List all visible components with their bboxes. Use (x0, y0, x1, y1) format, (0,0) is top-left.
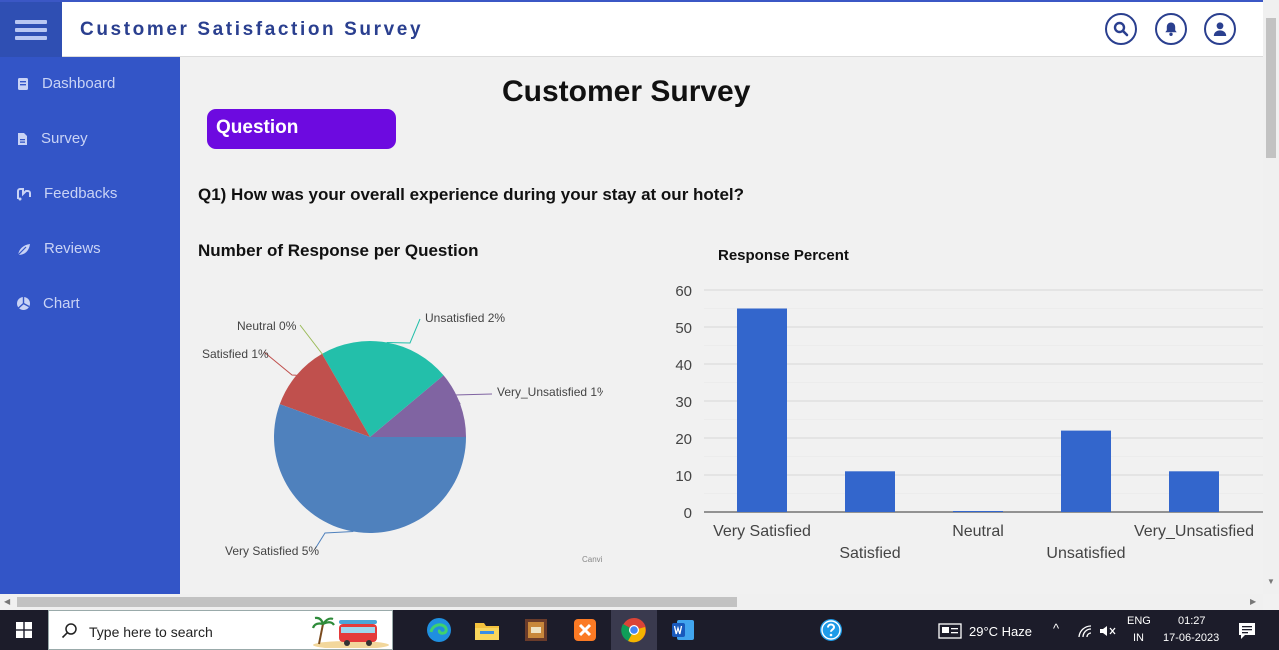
search-placeholder: Type here to search (89, 624, 213, 640)
pie-slice-label: Neutral 0% (237, 319, 297, 333)
hamburger-menu-button[interactable] (0, 2, 62, 57)
y-tick-label: 0 (684, 505, 692, 522)
feedback-icon (17, 187, 31, 200)
chrome-icon (621, 618, 646, 643)
app-tile-icon (525, 619, 547, 641)
search-icon (61, 623, 77, 639)
y-tick-label: 10 (675, 468, 692, 485)
main-content: Customer Survey Question Q1) How was you… (180, 57, 1263, 594)
scroll-right-arrow-icon[interactable]: ▶ (1250, 597, 1256, 606)
user-icon (1213, 22, 1227, 36)
top-bar: Customer Satisfaction Survey (0, 0, 1263, 57)
sidebar-item-label: Reviews (44, 240, 101, 257)
notifications-button[interactable] (1155, 13, 1187, 45)
bar (953, 511, 1003, 512)
taskbar-word[interactable] (660, 610, 706, 650)
x-tick-label: Unsatisfied (1046, 545, 1125, 562)
clock-time[interactable]: 01:27 (1178, 615, 1206, 627)
windows-icon (16, 622, 32, 638)
horizontal-scrollbar[interactable]: ◀ ▶ (0, 594, 1263, 610)
vertical-scrollbar[interactable]: ▼ (1263, 0, 1279, 594)
taskbar-app-3[interactable] (513, 610, 559, 650)
y-tick-label: 50 (675, 320, 692, 337)
bar (1061, 430, 1111, 512)
pie-label-line (454, 393, 493, 405)
beach-van-icon (311, 616, 389, 648)
x-tick-label: Satisfied (839, 545, 900, 562)
language-code[interactable]: ENG (1127, 615, 1151, 627)
menu-line (15, 36, 47, 40)
scroll-down-arrow-icon[interactable]: ▼ (1267, 577, 1275, 586)
folder-icon (475, 623, 499, 640)
chevron-up-icon[interactable]: ^ (1053, 621, 1059, 636)
horizontal-scroll-thumb[interactable] (17, 597, 737, 607)
speaker-muted-icon[interactable] (1099, 624, 1117, 638)
taskbar-help[interactable] (808, 610, 854, 650)
taskbar-edge[interactable] (416, 610, 462, 650)
y-tick-label: 40 (675, 357, 692, 374)
search-icon (1113, 21, 1129, 37)
app-title: Customer Satisfaction Survey (80, 19, 424, 40)
region-code[interactable]: IN (1133, 632, 1144, 644)
wifi-icon[interactable] (1078, 625, 1096, 639)
pie-slice-label: Very Satisfied 5% (225, 544, 319, 558)
vertical-scroll-thumb[interactable] (1266, 18, 1276, 158)
x-tick-label: Very Satisfied (713, 523, 811, 540)
sidebar-item-chart[interactable]: Chart (16, 295, 80, 312)
start-button[interactable] (0, 610, 48, 650)
book-icon (18, 77, 28, 90)
search-button[interactable] (1105, 13, 1137, 45)
sidebar-item-label: Chart (43, 295, 80, 312)
pie-label-line (299, 324, 324, 356)
help-icon (820, 619, 842, 641)
sidebar-item-label: Feedbacks (44, 185, 118, 202)
pie-chart-icon (17, 297, 30, 310)
bell-icon (1165, 22, 1177, 36)
taskbar-chrome[interactable] (611, 610, 657, 650)
edge-icon (427, 618, 451, 642)
pie-slice-label: Satisfied 1% (202, 347, 269, 361)
sidebar: Dashboard Survey Feedbacks Reviews Chart (0, 57, 180, 594)
taskbar-file-explorer[interactable] (464, 610, 510, 650)
sidebar-item-feedbacks[interactable]: Feedbacks (16, 185, 117, 202)
pie-slice-label: Unsatisfied 2% (425, 311, 505, 325)
x-tick-label: Neutral (952, 523, 1004, 540)
sidebar-item-dashboard[interactable]: Dashboard (16, 75, 115, 92)
bar-chart: 0 10 20 30 40 50 60 Very Satisfied Satisfied Neut… (675, 283, 1263, 562)
bar (845, 471, 895, 512)
bar (737, 308, 787, 512)
pie-label-line (314, 531, 354, 550)
clock-date[interactable]: 17-06-2023 (1163, 632, 1219, 644)
profile-button[interactable] (1204, 13, 1236, 45)
taskbar-xampp[interactable] (562, 610, 608, 650)
y-tick-label: 30 (675, 394, 692, 411)
sidebar-item-label: Survey (41, 130, 88, 147)
x-tick-label: Very_Unsatisfied (1134, 523, 1254, 540)
pie-label-line (263, 351, 297, 376)
leaf-icon (17, 243, 30, 255)
pie-label-line (386, 318, 421, 344)
y-tick-label: 20 (675, 431, 692, 448)
weather-text[interactable]: 29°C Haze (969, 624, 1032, 639)
scroll-left-arrow-icon[interactable]: ◀ (4, 597, 10, 606)
bar (1169, 471, 1219, 512)
taskbar: Type here to search 29°C Haze ^ ENG IN 0… (0, 610, 1279, 650)
sidebar-item-reviews[interactable]: Reviews (16, 240, 101, 257)
pie-slice-label: Very_Unsatisfied 1% (497, 385, 608, 399)
word-icon (672, 620, 694, 640)
xampp-icon (574, 619, 596, 641)
pie-chart: Very_Unsatisfied 1% Unsatisfied 2% Neutral… (202, 311, 610, 558)
taskbar-search-box[interactable]: Type here to search (48, 610, 393, 650)
sidebar-item-label: Dashboard (42, 75, 116, 92)
document-icon (18, 132, 27, 145)
weather-widget-icon[interactable] (938, 623, 962, 639)
notification-center-icon[interactable] (1238, 622, 1256, 640)
y-tick-label: 60 (675, 283, 692, 300)
sidebar-item-survey[interactable]: Survey (16, 130, 88, 147)
menu-line (15, 20, 47, 24)
menu-line (15, 28, 47, 32)
